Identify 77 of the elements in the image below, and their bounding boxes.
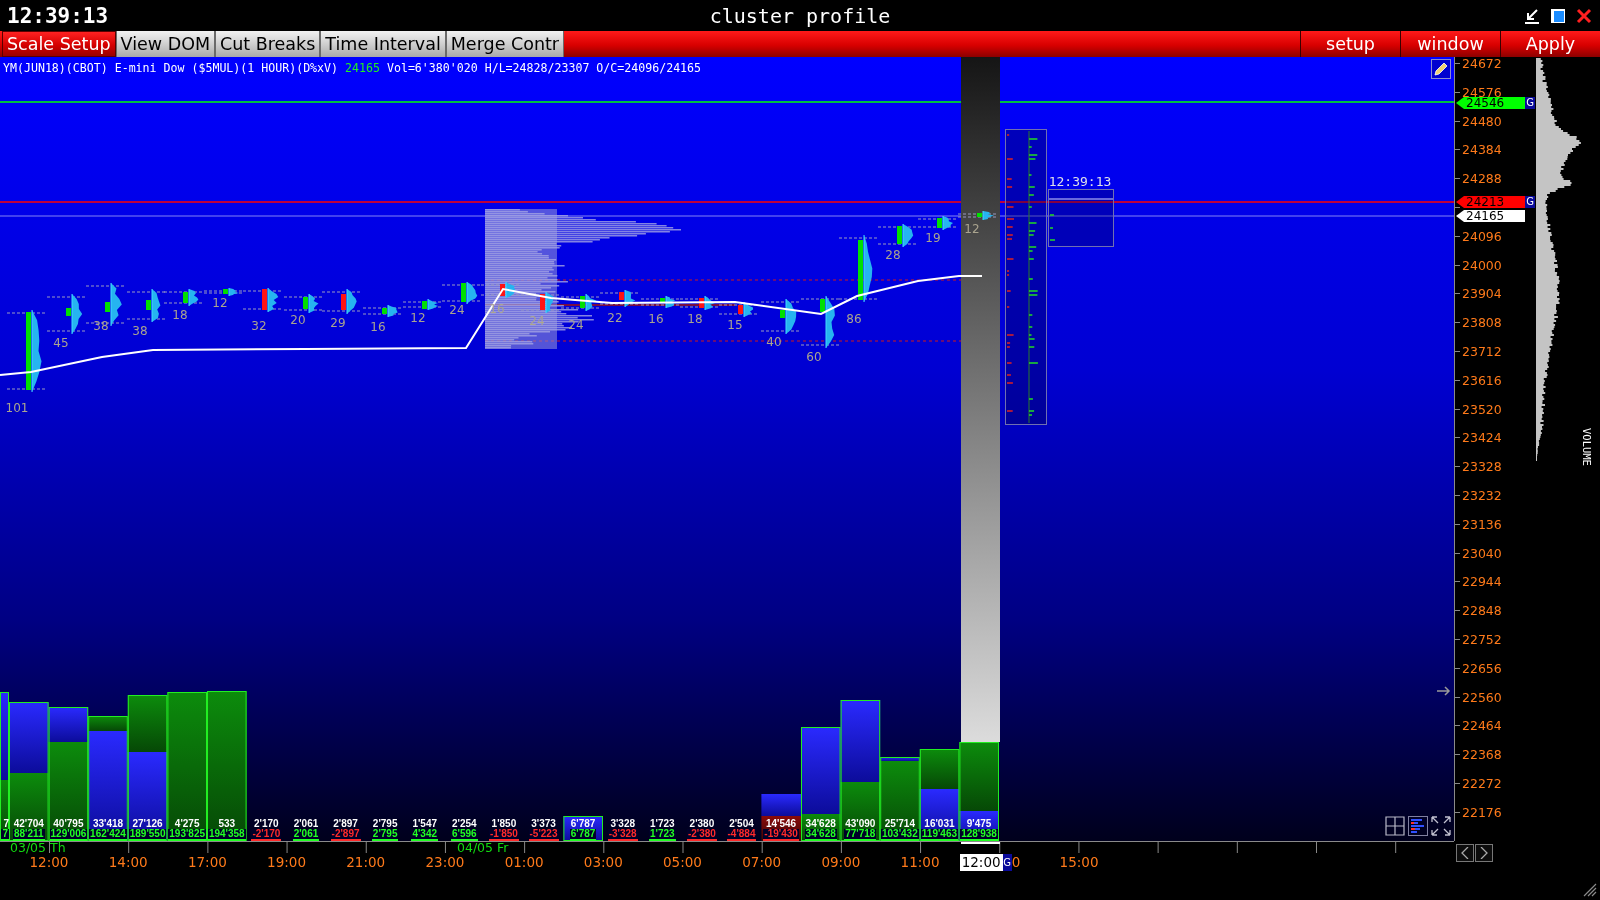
time-label: 01:00: [504, 855, 544, 870]
arrow-right-icon[interactable]: [1437, 686, 1451, 696]
price-label: 24096: [1462, 230, 1502, 242]
time-label: 03:00: [583, 855, 623, 870]
g-badge: G: [1525, 97, 1535, 109]
price-label: 24384: [1462, 144, 1502, 156]
price-label: 24288: [1462, 173, 1502, 185]
expand-icon[interactable]: [1431, 816, 1451, 836]
time-label: 12:00: [29, 855, 69, 870]
date-label: 03/05 Th: [10, 842, 66, 854]
session-stats: Vol=6'380'020 H/L=24828/23307 O/C=24096/24165: [386, 62, 702, 75]
price-label: 22176: [1462, 806, 1502, 818]
scroll-left-button[interactable]: [1456, 844, 1474, 862]
volume-axis-label: VOLUME: [1581, 428, 1593, 466]
price-label: 24000: [1462, 259, 1502, 271]
scroll-right-button[interactable]: [1475, 844, 1493, 862]
price-label: 23136: [1462, 518, 1502, 530]
price-label: 24672: [1462, 58, 1502, 69]
price-label: 23808: [1462, 317, 1502, 329]
time-label: 05:00: [663, 855, 702, 870]
toolbar-button[interactable]: Scale Setup: [2, 31, 116, 57]
pencil-icon[interactable]: [1431, 59, 1451, 79]
g-badge: G: [1525, 196, 1535, 208]
restore-icon[interactable]: [1550, 7, 1566, 24]
time-label: 09:00: [821, 855, 861, 870]
price-label: 23904: [1462, 288, 1502, 300]
price-tag: 24165: [1456, 210, 1525, 222]
chevron-left-icon: [1461, 847, 1469, 859]
price-label: 23520: [1462, 403, 1502, 415]
toolbar-button[interactable]: Cut Breaks: [215, 31, 321, 57]
close-icon[interactable]: [1576, 7, 1592, 24]
price-tag: 24213: [1456, 196, 1525, 208]
price-label: 22944: [1462, 576, 1502, 588]
time-label: 14:00: [108, 855, 148, 870]
price-label: 22848: [1462, 605, 1502, 617]
window-title: cluster profile: [709, 3, 891, 28]
time-label: 15:00: [1059, 855, 1099, 870]
price-label: 22560: [1462, 691, 1502, 703]
time-label: 23:00: [425, 855, 465, 870]
time-label: 19:00: [267, 855, 306, 870]
minimize-icon[interactable]: [1524, 7, 1540, 24]
bar-chart-icon[interactable]: [1408, 816, 1428, 836]
price-label: 22752: [1462, 633, 1502, 645]
cluster-count-label: 101: [5, 401, 29, 415]
clock-time: 12:39:13: [6, 3, 109, 28]
price-label: 23616: [1462, 374, 1502, 386]
time-label: 11:00: [900, 855, 940, 870]
instrument-name: YM(JUN18)(CBOT) E-mini Dow ($5MUL)(1 HOUR)(D%xV): [3, 62, 339, 75]
live-profile-box: [1048, 189, 1114, 247]
resize-grip-icon[interactable]: [1583, 883, 1597, 897]
toolbar-button[interactable]: Merge Contr: [445, 31, 565, 57]
price-label: 22656: [1462, 662, 1502, 674]
date-label: 04/05 Fr: [457, 842, 509, 854]
chevron-right-icon: [1480, 847, 1488, 859]
price-label: 22368: [1462, 749, 1502, 761]
price-label: 23328: [1462, 461, 1502, 473]
price-label: 23424: [1462, 432, 1502, 444]
price-label: 24480: [1462, 115, 1502, 127]
time-label: 0: [1011, 855, 1021, 870]
current-bar-marker: [961, 842, 1000, 844]
time-label: 21:00: [346, 855, 386, 870]
price-label: 22464: [1462, 720, 1502, 732]
price-label: 23712: [1462, 345, 1502, 357]
price-label: 23040: [1462, 547, 1502, 559]
price-label: 23232: [1462, 489, 1502, 501]
price-tag: 24546: [1456, 97, 1525, 109]
profile-time-label: 12:39:13: [1048, 174, 1112, 189]
last-price: 24165: [345, 62, 380, 75]
grid-icon[interactable]: [1385, 816, 1405, 836]
toolbar-button[interactable]: Time Interval: [320, 31, 446, 57]
time-label: 07:00: [742, 855, 782, 870]
current-time-label: 12:00: [959, 854, 1003, 871]
price-label: 22272: [1462, 777, 1502, 789]
toolbar-button[interactable]: View DOM: [115, 31, 216, 57]
price-label: 24576: [1462, 86, 1502, 98]
time-label: 17:00: [187, 855, 227, 870]
g-badge: G: [1002, 854, 1012, 871]
